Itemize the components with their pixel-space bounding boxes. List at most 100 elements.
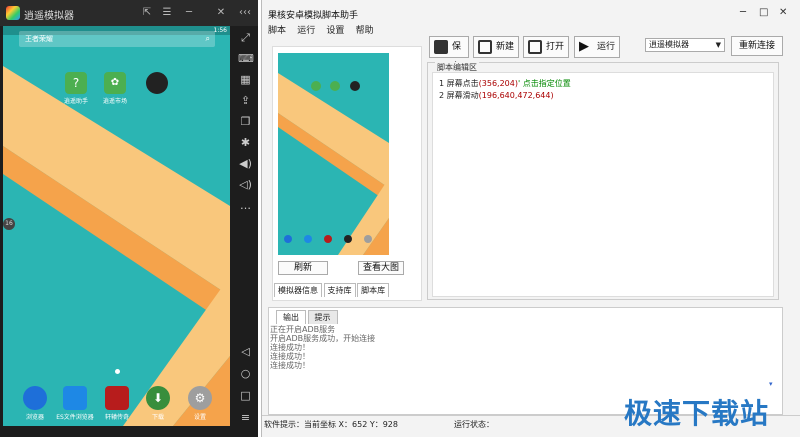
close-icon[interactable]: ✕: [779, 7, 787, 18]
menu-script[interactable]: 脚本: [268, 26, 286, 36]
minimize-icon[interactable]: ─: [182, 6, 196, 20]
screenshot-icon[interactable]: ▦: [238, 72, 253, 87]
tab-support-lib[interactable]: 支持库: [323, 283, 356, 297]
volume-down-icon[interactable]: ◁): [238, 177, 253, 192]
tab-script-lib[interactable]: 脚本库: [357, 283, 390, 297]
status-time: 1:56: [213, 27, 227, 34]
line-command: 屏幕点击: [446, 79, 479, 88]
script-line[interactable]: 1 屏幕点击(356,204)' 点击指定位置: [439, 78, 571, 89]
emulator-title: 逍遥模拟器: [24, 11, 74, 22]
refresh-button[interactable]: 刷新: [278, 261, 328, 275]
emulator-titlebar: 逍遥模拟器 ⇱ ☰ ─ ✕ ‹‹‹: [0, 0, 258, 26]
scroll-arrow-icon[interactable]: ▾: [769, 380, 775, 390]
android-screen[interactable]: 1:56 王者荣耀 ⌕ ? 逍遥助手 ✿ 逍遥市场 浏览器 ES文件浏览器 轩辕…: [3, 26, 230, 426]
menu-help[interactable]: 帮助: [356, 26, 374, 36]
search-text: 王者荣耀: [25, 35, 53, 43]
expand-icon[interactable]: ⤢: [238, 30, 253, 45]
menu-settings[interactable]: 设置: [326, 26, 344, 36]
app-game[interactable]: [135, 72, 179, 96]
log-line: 开启ADB服务成功，开始连接: [270, 334, 376, 343]
emulator-select[interactable]: 逍遥模拟器 ▼: [645, 38, 725, 52]
output-log: 正在开启ADB服务 开启ADB服务成功，开始连接 连接成功！ 连接成功！ 连接成…: [270, 325, 375, 370]
search-icon: ⌕: [205, 34, 210, 43]
settings-icon[interactable]: ✱: [238, 135, 253, 150]
home-icon[interactable]: ○: [238, 366, 253, 381]
app-es-file[interactable]: ES文件浏览器: [53, 386, 97, 421]
question-icon: ?: [65, 72, 87, 94]
collapse-icon[interactable]: ‹‹‹: [238, 6, 252, 20]
globe-icon: [23, 386, 47, 410]
emulator-select-value: 逍遥模拟器: [649, 40, 689, 49]
new-button[interactable]: 新建: [473, 36, 519, 58]
view-large-button[interactable]: 查看大图: [358, 261, 404, 275]
app-label: 浏览器: [25, 414, 44, 421]
screen: 逍遥模拟器 ⇱ ☰ ─ ✕ ‹‹‹ 1:56 王者荣耀 ⌕ ? 逍遥助手 ✿ 逍…: [0, 0, 800, 437]
preview-tabs: 模拟器信息 支持库 脚本库: [274, 283, 390, 297]
open-file-icon: [528, 40, 542, 54]
app-label: 逍遥助手: [63, 98, 88, 105]
line-number: 2: [439, 91, 445, 100]
line-command: 屏幕滑动: [446, 91, 479, 100]
line-comment: ' 点击指定位置: [517, 79, 571, 88]
tab-output[interactable]: 输出: [276, 310, 306, 324]
app-label: 下载: [151, 414, 164, 421]
play-icon: ▶: [579, 39, 589, 54]
preview-screenshot[interactable]: [278, 53, 389, 255]
menu-icon[interactable]: ≡: [238, 410, 253, 425]
script-line[interactable]: 2 屏幕滑动(196,640,472,644): [439, 90, 554, 101]
script-editor[interactable]: 1 屏幕点击(356,204)' 点击指定位置 2 屏幕滑动(196,640,4…: [432, 72, 774, 297]
app-xiaoyao-helper[interactable]: ? 逍遥助手: [54, 72, 98, 105]
recent-apps-icon[interactable]: □: [238, 388, 253, 403]
gear-icon: ⚙: [188, 386, 212, 410]
log-line: 连接成功！: [270, 352, 310, 361]
app-label: 轩辕传奇: [104, 414, 129, 421]
menu-icon[interactable]: ☰: [160, 6, 174, 20]
maximize-icon[interactable]: □: [759, 7, 768, 18]
run-label: 运行: [597, 42, 616, 52]
new-label: 新建: [496, 42, 515, 52]
emulator-window: 逍遥模拟器 ⇱ ☰ ─ ✕ ‹‹‹ 1:56 王者荣耀 ⌕ ? 逍遥助手 ✿ 逍…: [0, 0, 258, 437]
log-line: 正在开启ADB服务: [270, 325, 336, 334]
preview-wallpaper: [278, 73, 389, 255]
app-xiaoyao-market[interactable]: ✿ 逍遥市场: [93, 72, 137, 105]
output-tabs: 输出 提示: [276, 310, 338, 324]
open-label: 打开: [546, 42, 565, 52]
back-icon[interactable]: ◁: [238, 344, 253, 359]
volume-up-icon[interactable]: ◀): [238, 156, 253, 171]
app-settings[interactable]: ⚙ 设置: [178, 386, 222, 421]
multi-window-icon[interactable]: ❐: [238, 114, 253, 129]
market-icon: ✿: [104, 72, 126, 94]
fullscreen-icon[interactable]: ⇱: [140, 6, 154, 20]
log-line: 连接成功！: [270, 361, 310, 370]
app-game-legend[interactable]: 轩辕传奇: [95, 386, 139, 421]
save-button[interactable]: 保存: [429, 36, 469, 72]
reconnect-button[interactable]: 重新连接: [731, 36, 783, 56]
line-number: 1: [439, 79, 445, 88]
status-hint: 软件提示：当前坐标 X：652 Y：928: [264, 420, 398, 429]
emulator-logo-icon: [6, 6, 20, 20]
game-icon: [146, 72, 168, 94]
line-args: (196,640,472,644): [478, 91, 554, 100]
run-button[interactable]: ▶ 运行: [574, 36, 620, 58]
menu-run[interactable]: 运行: [297, 26, 315, 36]
app-label: 逍遥市场: [102, 98, 127, 105]
log-line: 连接成功！: [270, 343, 310, 352]
install-apk-icon[interactable]: ⇪: [238, 93, 253, 108]
minimize-icon[interactable]: ─: [740, 7, 746, 18]
tab-emulator-info[interactable]: 模拟器信息: [274, 283, 322, 297]
close-icon[interactable]: ✕: [214, 6, 228, 20]
download-icon: ⬇: [146, 386, 170, 410]
page-number-badge: 16: [3, 218, 15, 230]
chevron-down-icon: ▼: [715, 41, 721, 49]
google-search-bar[interactable]: 王者荣耀 ⌕: [19, 31, 215, 47]
menu-bar: 脚本 运行 设置 帮助: [268, 23, 382, 36]
keyboard-icon[interactable]: ⌨: [238, 51, 254, 66]
app-browser[interactable]: 浏览器: [13, 386, 57, 421]
more-icon[interactable]: …: [238, 198, 253, 213]
tab-hints[interactable]: 提示: [307, 310, 338, 324]
app-download[interactable]: ⬇ 下载: [136, 386, 180, 421]
app-label: ES文件浏览器: [56, 414, 94, 421]
game-icon: [105, 386, 129, 410]
open-button[interactable]: 打开: [523, 36, 569, 58]
window-title: 果核安卓模拟脚本助手: [268, 11, 359, 21]
